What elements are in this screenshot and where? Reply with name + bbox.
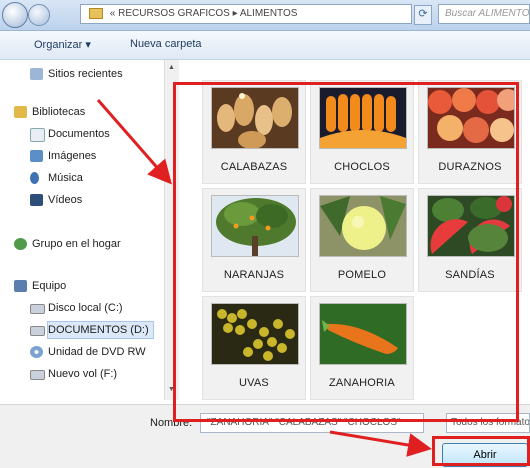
nav-item-homegroup[interactable]: Grupo en el hogar xyxy=(14,236,121,252)
computer-icon xyxy=(14,280,27,292)
nav-item-dvd[interactable]: Unidad de DVD RW xyxy=(30,344,146,360)
folder-icon xyxy=(89,7,103,19)
navigation-pane: Sitios recientes Bibliotecas Documentos … xyxy=(0,60,166,400)
nav-item-new-volume[interactable]: Nuevo vol (F:) xyxy=(30,366,117,382)
homegroup-icon xyxy=(14,238,27,250)
search-input[interactable]: Buscar ALIMENTOS xyxy=(438,4,530,24)
address-toolbar: « RECURSOS GRAFICOS ▸ ALIMENTOS ⟳ Buscar… xyxy=(0,0,530,31)
selection-highlight-box xyxy=(173,82,519,422)
nav-item-libraries[interactable]: Bibliotecas xyxy=(14,104,85,120)
videos-icon xyxy=(30,194,43,206)
nav-item-documentos-d[interactable]: DOCUMENTOS (D:) xyxy=(30,321,154,339)
recent-places-icon xyxy=(30,68,43,80)
nav-item-computer[interactable]: Equipo xyxy=(14,278,66,294)
nav-item-recent[interactable]: Sitios recientes xyxy=(30,66,123,82)
dvd-drive-icon xyxy=(30,346,43,358)
open-button-highlight xyxy=(432,436,530,466)
forward-button[interactable] xyxy=(28,4,50,26)
nav-item-music[interactable]: Música xyxy=(30,170,83,186)
command-bar: Organizar ▾ Nueva carpeta xyxy=(0,31,530,60)
nav-item-documents[interactable]: Documentos xyxy=(30,126,110,142)
documents-icon xyxy=(30,128,45,142)
refresh-icon[interactable]: ⟳ xyxy=(414,5,432,25)
address-bar[interactable]: « RECURSOS GRAFICOS ▸ ALIMENTOS xyxy=(80,4,412,24)
drive-icon xyxy=(30,304,45,314)
music-icon xyxy=(30,172,39,184)
organize-button[interactable]: Organizar ▾ xyxy=(34,38,91,51)
new-folder-button[interactable]: Nueva carpeta xyxy=(130,38,202,50)
nav-item-videos[interactable]: Vídeos xyxy=(30,192,82,208)
nav-item-disk-c[interactable]: Disco local (C:) xyxy=(30,300,123,316)
nav-item-images[interactable]: Imágenes xyxy=(30,148,96,164)
scroll-up-icon[interactable]: ▲ xyxy=(168,64,175,71)
address-path: « RECURSOS GRAFICOS ▸ ALIMENTOS xyxy=(109,8,298,19)
drive-icon xyxy=(30,370,45,380)
back-button[interactable] xyxy=(2,2,28,28)
libraries-icon xyxy=(14,106,27,118)
images-icon xyxy=(30,150,43,162)
drive-icon xyxy=(30,326,45,336)
